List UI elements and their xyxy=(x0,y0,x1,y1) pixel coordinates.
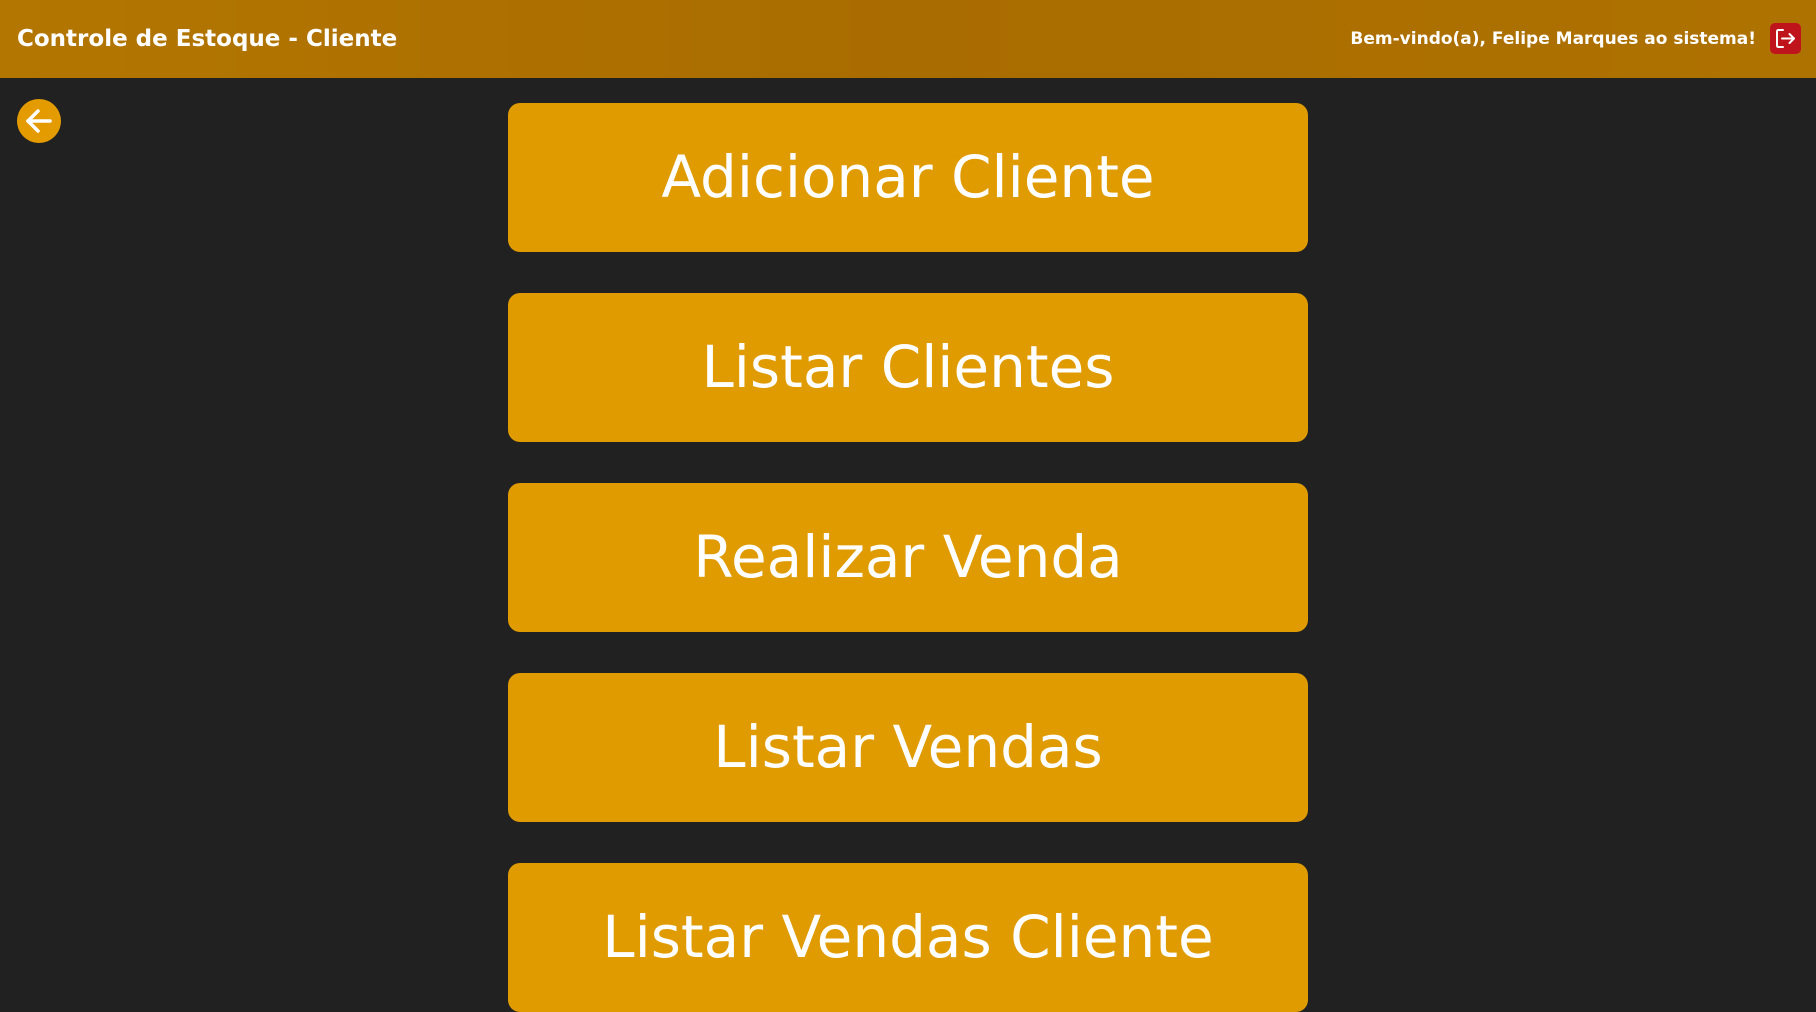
list-sales-button[interactable]: Listar Vendas xyxy=(508,673,1308,822)
back-button[interactable] xyxy=(17,99,61,143)
app-header: Controle de Estoque - Cliente Bem-vindo(… xyxy=(0,0,1816,78)
logout-icon xyxy=(1776,29,1795,48)
welcome-message: Bem-vindo(a), Felipe Marques ao sistema! xyxy=(1350,29,1756,49)
make-sale-button[interactable]: Realizar Venda xyxy=(508,483,1308,632)
arrow-left-icon xyxy=(26,109,52,133)
page-title: Controle de Estoque - Cliente xyxy=(17,26,398,52)
add-client-button[interactable]: Adicionar Cliente xyxy=(508,103,1308,252)
list-client-sales-button[interactable]: Listar Vendas Cliente xyxy=(508,863,1308,1012)
logout-button[interactable] xyxy=(1770,23,1801,54)
list-clients-button[interactable]: Listar Clientes xyxy=(508,293,1308,442)
